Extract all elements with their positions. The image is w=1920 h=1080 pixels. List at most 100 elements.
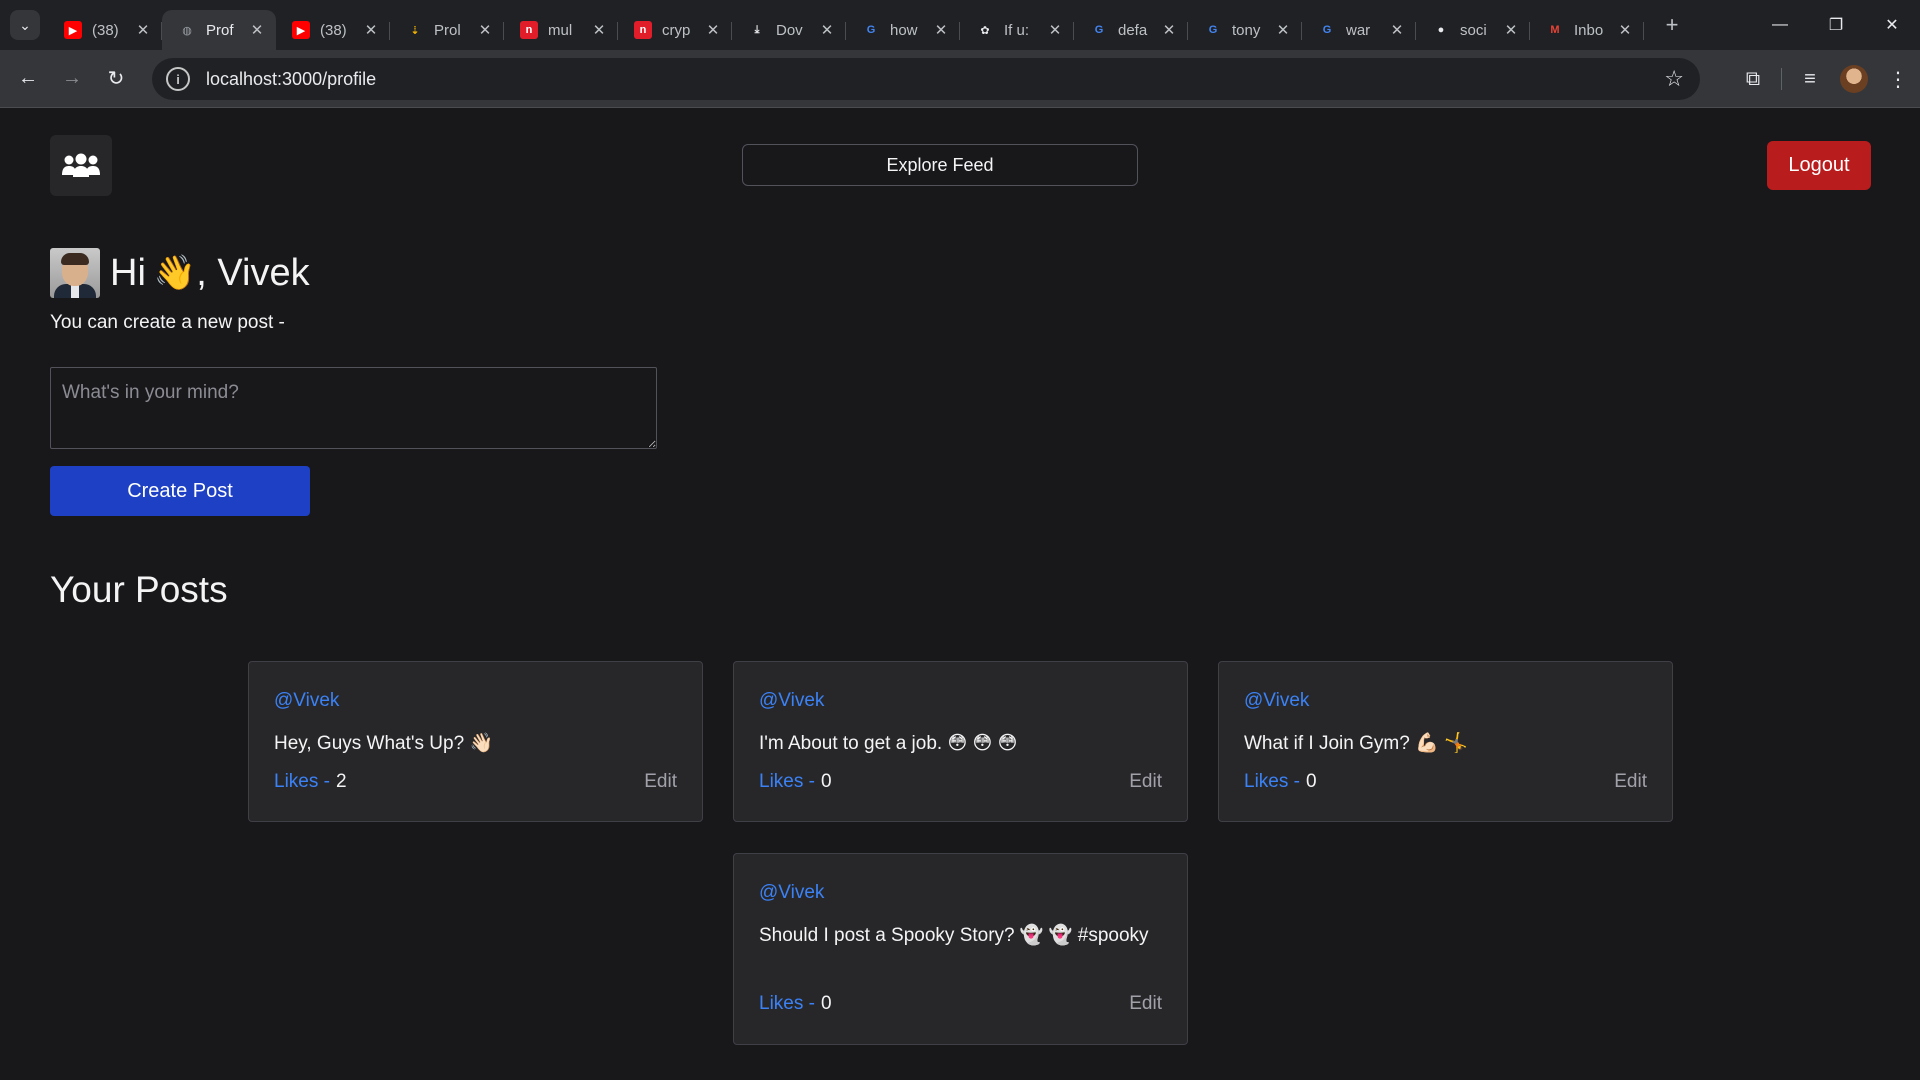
likes-count: 2 xyxy=(335,771,347,792)
close-icon[interactable]: ✕ xyxy=(1160,21,1178,39)
browser-tab[interactable]: M Inbo ✕ xyxy=(1530,10,1644,50)
likes-info[interactable]: Likes -2 xyxy=(274,771,347,793)
tab-title: tony xyxy=(1232,21,1261,39)
restore-icon[interactable]: ❐ xyxy=(1808,0,1864,50)
close-icon[interactable]: ✕ xyxy=(1616,21,1634,39)
wave-emoji: 👋 xyxy=(153,254,197,292)
likes-info[interactable]: Likes -0 xyxy=(759,771,832,793)
tab-title: Inbo xyxy=(1574,21,1604,39)
window-controls: — ❐ ✕ xyxy=(1752,0,1920,50)
forward-button[interactable]: → xyxy=(50,61,94,97)
minimize-icon[interactable]: — xyxy=(1752,0,1808,50)
google-icon: G xyxy=(1322,24,1332,36)
browser-tab-strip: ⌄ ▶ (38) ✕ ◍ Prof ✕ ▶ (38) ✕ ⇣ Prol ✕ n mul ✕ n cryp ✕ ⤓ Do… xyxy=(0,0,1920,50)
likes-info[interactable]: Likes -0 xyxy=(1244,771,1317,793)
browser-tab[interactable]: Gtony ✕ xyxy=(1188,10,1302,50)
edit-post-link[interactable]: Edit xyxy=(644,771,677,793)
close-icon[interactable]: ✕ xyxy=(590,21,608,39)
browser-tab[interactable]: ⇣ Prol ✕ xyxy=(390,10,504,50)
browser-tab[interactable]: ✿ If u: ✕ xyxy=(960,10,1074,50)
your-posts-heading: Your Posts xyxy=(50,569,228,610)
browser-tab[interactable]: ◍ Prof ✕ xyxy=(162,10,276,50)
app-logo[interactable] xyxy=(50,135,112,196)
close-icon[interactable]: ✕ xyxy=(704,21,722,39)
browser-tab[interactable]: ▶ (38) ✕ xyxy=(48,10,162,50)
media-controls-icon[interactable]: ≡ xyxy=(1788,61,1832,97)
download-arrow-icon: ⇣ xyxy=(410,24,420,37)
bookmark-star-icon[interactable]: ☆ xyxy=(1664,66,1684,92)
tab-search-button[interactable]: ⌄ xyxy=(10,10,40,40)
toolbar-divider xyxy=(1781,68,1782,90)
post-text: What if I Join Gym? 💪🏻 🤸 xyxy=(1244,733,1468,754)
browser-tab[interactable]: n cryp ✕ xyxy=(618,10,732,50)
explore-feed-button[interactable]: Explore Feed xyxy=(742,144,1138,186)
post-author[interactable]: @Vivek xyxy=(1244,690,1309,712)
close-window-icon[interactable]: ✕ xyxy=(1864,0,1920,50)
globe-icon: ◍ xyxy=(182,24,192,37)
browser-tab[interactable]: ⤓ Dov ✕ xyxy=(732,10,846,50)
logout-button[interactable]: Logout xyxy=(1767,141,1871,190)
page-content: Explore Feed Logout Hi 👋 , Vivek You can… xyxy=(0,109,1920,1080)
close-icon[interactable]: ✕ xyxy=(476,21,494,39)
browser-tab[interactable]: ● soci ✕ xyxy=(1416,10,1530,50)
post-author[interactable]: @Vivek xyxy=(274,690,339,712)
new-tab-button[interactable]: + xyxy=(1658,12,1686,38)
browser-tab[interactable]: Gdefa ✕ xyxy=(1074,10,1188,50)
url-text[interactable]: localhost:3000/profile xyxy=(206,69,376,90)
arrow-left-icon: ← xyxy=(18,67,38,89)
profile-avatar[interactable] xyxy=(1840,65,1868,93)
create-post-hint: You can create a new post - xyxy=(50,312,285,333)
close-icon[interactable]: ✕ xyxy=(248,21,266,39)
close-icon[interactable]: ✕ xyxy=(818,21,836,39)
post-footer: Likes -0 Edit xyxy=(1244,771,1647,793)
tab-title: war xyxy=(1346,21,1371,39)
tab-list: ▶ (38) ✕ ◍ Prof ✕ ▶ (38) ✕ ⇣ Prol ✕ n mul ✕ n cryp ✕ ⤓ Dov ✕… xyxy=(48,0,1644,50)
greeting-name: , Vivek xyxy=(196,251,310,294)
edit-post-link[interactable]: Edit xyxy=(1129,993,1162,1015)
close-icon[interactable]: ✕ xyxy=(1502,21,1520,39)
create-post-button[interactable]: Create Post xyxy=(50,466,310,516)
post-author[interactable]: @Vivek xyxy=(759,882,824,904)
post-author[interactable]: @Vivek xyxy=(759,690,824,712)
reload-button[interactable]: ↻ xyxy=(94,61,138,97)
google-icon: G xyxy=(1094,24,1104,36)
browser-tab[interactable]: Gwar ✕ xyxy=(1302,10,1416,50)
likes-label[interactable]: Likes - xyxy=(1244,771,1300,792)
tab-title: how xyxy=(890,21,918,39)
close-icon[interactable]: ✕ xyxy=(134,21,152,39)
reload-icon: ↻ xyxy=(107,68,125,90)
likes-info[interactable]: Likes -0 xyxy=(759,993,832,1015)
tab-title: Prof xyxy=(206,21,234,39)
greeting-hi: Hi xyxy=(110,251,146,294)
close-icon[interactable]: ✕ xyxy=(932,21,950,39)
likes-label[interactable]: Likes - xyxy=(759,993,815,1014)
close-icon[interactable]: ✕ xyxy=(1388,21,1406,39)
kebab-menu-icon[interactable]: ⋮ xyxy=(1876,61,1920,97)
edit-post-link[interactable]: Edit xyxy=(1129,771,1162,793)
extensions-icon[interactable]: ⧉ xyxy=(1731,61,1775,97)
edit-post-link[interactable]: Edit xyxy=(1614,771,1647,793)
site-info-icon[interactable]: i xyxy=(166,67,190,91)
openai-icon: ✿ xyxy=(980,24,990,37)
tab-title: mul xyxy=(548,21,573,39)
close-icon[interactable]: ✕ xyxy=(1274,21,1292,39)
back-button[interactable]: ← xyxy=(6,61,50,97)
post-text: Should I post a Spooky Story? 👻 👻 #spook… xyxy=(759,925,1149,946)
new-post-input[interactable] xyxy=(50,367,657,449)
likes-label[interactable]: Likes - xyxy=(274,771,330,792)
github-icon: ● xyxy=(1437,24,1445,36)
tab-title: If u: xyxy=(1004,21,1030,39)
likes-label[interactable]: Likes - xyxy=(759,771,815,792)
address-bar[interactable]: i localhost:3000/profile ☆ xyxy=(152,58,1700,100)
likes-count: 0 xyxy=(820,771,832,792)
post-card: @Vivek I'm About to get a job. 😳 😳 😳 Lik… xyxy=(733,661,1188,822)
browser-tab[interactable]: Ghow ✕ xyxy=(846,10,960,50)
post-text: Hey, Guys What's Up? 👋🏻 xyxy=(274,733,494,754)
close-icon[interactable]: ✕ xyxy=(1046,21,1064,39)
browser-tab[interactable]: n mul ✕ xyxy=(504,10,618,50)
youtube-icon: ▶ xyxy=(292,21,310,39)
close-icon[interactable]: ✕ xyxy=(362,21,380,39)
browser-tab[interactable]: ▶ (38) ✕ xyxy=(276,10,390,50)
browser-toolbar: ← → ↻ i localhost:3000/profile ☆ ⧉ ≡ ⋮ xyxy=(0,50,1920,108)
post-card: @Vivek What if I Join Gym? 💪🏻 🤸 Likes -0… xyxy=(1218,661,1673,822)
